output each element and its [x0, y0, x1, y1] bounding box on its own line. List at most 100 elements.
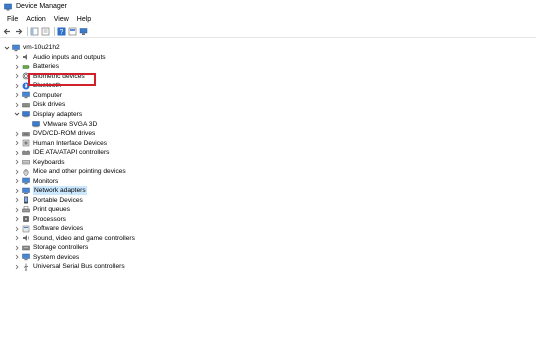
tree-item-label: Computer	[33, 91, 62, 99]
back-icon[interactable]	[3, 27, 12, 36]
computer-icon	[22, 91, 30, 99]
chevron-right-icon[interactable]	[14, 91, 20, 99]
tree-item[interactable]: DVD/CD-ROM drives	[14, 129, 95, 139]
tree-item-label: Disk drives	[33, 101, 66, 109]
title-bar: Device Manager	[0, 0, 536, 13]
tree-item-label: Print queues	[33, 206, 71, 214]
tree-item-vmware-svga-3d[interactable]: VMware SVGA 3D	[32, 120, 97, 130]
mouse-icon	[22, 168, 30, 176]
scan-hardware-icon[interactable]	[79, 27, 88, 36]
tree-item[interactable]: Storage controllers	[14, 243, 88, 253]
toolbar-separator	[54, 27, 55, 36]
tree-root-label: vm-10u21h2	[23, 44, 60, 52]
tree-root[interactable]: vm-10u21h2	[4, 43, 60, 53]
chevron-right-icon[interactable]	[14, 53, 20, 61]
window-title: Device Manager	[16, 3, 67, 10]
tree-item[interactable]: Portable Devices	[14, 196, 83, 206]
chevron-down-icon[interactable]	[14, 110, 20, 118]
chevron-right-icon[interactable]	[14, 225, 20, 233]
chevron-right-icon[interactable]	[14, 263, 20, 271]
tree-item[interactable]: Keyboards	[14, 158, 65, 168]
dvd-icon	[22, 130, 30, 138]
speaker-icon	[22, 53, 30, 61]
svg-text:?: ?	[60, 29, 64, 36]
chevron-right-icon[interactable]	[14, 149, 20, 157]
toolbar: ?	[0, 26, 536, 38]
tree-item-label: Network adapters	[33, 186, 87, 196]
tree-item-label: Storage controllers	[33, 244, 89, 252]
chevron-right-icon[interactable]	[14, 72, 20, 80]
chevron-right-icon[interactable]	[14, 244, 20, 252]
chevron-right-icon[interactable]	[14, 187, 20, 195]
tree-item[interactable]: IDE ATA/ATAPI controllers	[14, 148, 109, 158]
display-adapter-icon	[32, 120, 40, 128]
chevron-right-icon[interactable]	[14, 63, 20, 71]
tree-item-label: VMware SVGA 3D	[43, 120, 98, 128]
computer-icon	[12, 44, 20, 52]
tree-item[interactable]: Mice and other pointing devices	[14, 167, 126, 177]
chevron-right-icon[interactable]	[14, 177, 20, 185]
show-hide-console-tree-icon[interactable]	[30, 27, 39, 36]
chevron-right-icon[interactable]	[14, 168, 20, 176]
tree-item-label: Portable Devices	[33, 196, 83, 204]
tree-item[interactable]: Universal Serial Bus controllers	[14, 262, 125, 272]
tree-item[interactable]: Print queues	[14, 205, 70, 215]
processor-icon	[22, 215, 30, 223]
hid-icon	[22, 139, 30, 147]
tree-item[interactable]: Disk drives	[14, 100, 65, 110]
tree-item-display-adapters[interactable]: Display adapters	[14, 110, 82, 120]
menu-help[interactable]: Help	[73, 16, 95, 23]
help-icon[interactable]: ?	[57, 27, 66, 36]
chevron-right-icon[interactable]	[14, 82, 20, 90]
tree-item-network-adapters[interactable]: Network adapters	[14, 186, 87, 196]
chevron-right-icon[interactable]	[14, 130, 20, 138]
monitor-icon	[22, 177, 30, 185]
menu-view[interactable]: View	[50, 16, 73, 23]
tree-item[interactable]: Computer	[14, 91, 62, 101]
forward-icon[interactable]	[14, 27, 23, 36]
tree-item[interactable]: Monitors	[14, 177, 58, 187]
chevron-right-icon[interactable]	[14, 253, 20, 261]
portable-device-icon	[22, 196, 30, 204]
chevron-right-icon[interactable]	[14, 158, 20, 166]
tree-item[interactable]: Sound, video and game controllers	[14, 234, 135, 244]
properties-icon[interactable]	[41, 27, 50, 36]
menu-file[interactable]: File	[3, 16, 22, 23]
tree-item-label: DVD/CD-ROM drives	[33, 130, 96, 138]
tree-item[interactable]: Software devices	[14, 224, 83, 234]
keyboard-icon	[22, 158, 30, 166]
tree-item[interactable]: Batteries	[14, 62, 59, 72]
system-devices-icon	[22, 253, 30, 261]
highlight-annotation	[28, 73, 96, 86]
network-icon	[22, 187, 30, 195]
tree-item-label: Display adapters	[33, 110, 83, 118]
usb-icon	[22, 263, 30, 271]
tree-item[interactable]: Audio inputs and outputs	[14, 53, 106, 63]
tree-item-label: Keyboards	[33, 158, 65, 166]
tree-item[interactable]: System devices	[14, 253, 79, 263]
tree-item-label: Audio inputs and outputs	[33, 53, 106, 61]
tree-item-label: Monitors	[33, 177, 59, 185]
printer-icon	[22, 206, 30, 214]
chevron-right-icon[interactable]	[14, 215, 20, 223]
tree-item-label: Sound, video and game controllers	[33, 234, 135, 242]
tree-item[interactable]: Processors	[14, 215, 66, 225]
chevron-right-icon[interactable]	[14, 139, 20, 147]
storage-icon	[22, 244, 30, 252]
update-driver-icon[interactable]	[68, 27, 77, 36]
menu-action[interactable]: Action	[22, 16, 49, 23]
tree-item[interactable]: Human Interface Devices	[14, 139, 107, 149]
tree-item-label: Universal Serial Bus controllers	[33, 263, 125, 271]
ide-icon	[22, 149, 30, 157]
chevron-down-icon[interactable]	[4, 44, 10, 52]
menu-bar: File Action View Help	[0, 14, 536, 25]
chevron-right-icon[interactable]	[14, 206, 20, 214]
tree-item-label: Processors	[33, 215, 66, 223]
chevron-right-icon[interactable]	[14, 196, 20, 204]
tree-item-label: Batteries	[33, 63, 60, 71]
display-adapter-icon	[22, 110, 30, 118]
chevron-right-icon[interactable]	[14, 234, 20, 242]
tree-item-label: IDE ATA/ATAPI controllers	[33, 149, 110, 157]
chevron-right-icon[interactable]	[14, 101, 20, 109]
toolbar-separator	[27, 27, 28, 36]
